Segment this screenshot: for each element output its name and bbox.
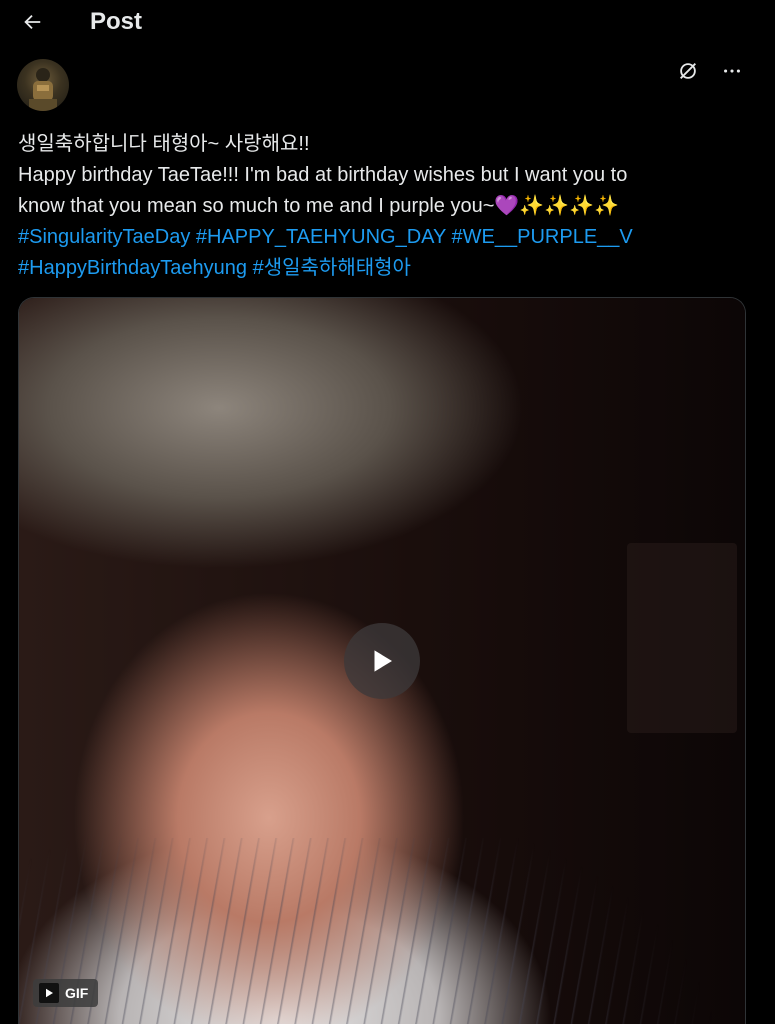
sparkles-emoji: ✨ <box>519 195 545 217</box>
tweet-line-3: know that you mean so much to me and I p… <box>18 191 758 222</box>
tweet-line-3-text: know that you mean so much to me and I p… <box>18 195 495 217</box>
sparkles-emoji: ✨ <box>544 195 570 217</box>
back-button[interactable] <box>16 6 48 38</box>
post-page: Post 생일축하합니다 태형아~ 사랑해요!! Happy birthday <box>0 0 775 1024</box>
grok-button[interactable] <box>675 58 701 84</box>
gif-label: GIF <box>65 985 89 1001</box>
page-title: Post <box>90 8 143 35</box>
hashtag-link[interactable]: #SingularityTaeDay <box>18 226 190 248</box>
tweet-line-1: 생일축하합니다 태형아~ 사랑해요!! <box>18 133 310 155</box>
play-icon <box>374 650 392 672</box>
tweet-line-2: Happy birthday TaeTae!!! I'm bad at birt… <box>18 164 628 186</box>
hashtag-link[interactable]: #생일축하해태형아 <box>253 257 411 279</box>
tweet-text: 생일축하합니다 태형아~ 사랑해요!! Happy birthday TaeTa… <box>18 129 758 284</box>
hashtag-link[interactable]: #WE__PURPLE__V <box>452 226 633 248</box>
hashtag-line-2: #HappyBirthdayTaehyung #생일축하해태형아 <box>18 253 758 284</box>
play-button[interactable] <box>344 623 420 699</box>
sparkles-emoji: ✨ <box>569 195 595 217</box>
hashtag-link[interactable]: #HAPPY_TAEHYUNG_DAY <box>196 226 446 248</box>
gif-media[interactable]: GIF <box>18 297 746 1024</box>
avatar-image <box>29 68 57 111</box>
arrow-left-icon <box>24 14 41 30</box>
grok-icon <box>680 63 696 79</box>
more-icon <box>724 69 740 73</box>
sparkles-emoji: ✨ <box>594 195 619 217</box>
post-actions <box>675 58 745 84</box>
purple-heart-emoji: 💜 <box>494 195 520 217</box>
hashtag-line-1: #SingularityTaeDay #HAPPY_TAEHYUNG_DAY #… <box>18 222 758 253</box>
play-mini-icon <box>39 983 59 1003</box>
more-button[interactable] <box>719 58 745 84</box>
header: Post <box>0 0 775 44</box>
shirt-pattern <box>19 838 745 1024</box>
hashtag-link[interactable]: #HappyBirthdayTaehyung <box>18 257 247 279</box>
avatar[interactable] <box>17 59 69 111</box>
background-panel <box>627 543 737 733</box>
gif-badge[interactable]: GIF <box>33 979 99 1007</box>
